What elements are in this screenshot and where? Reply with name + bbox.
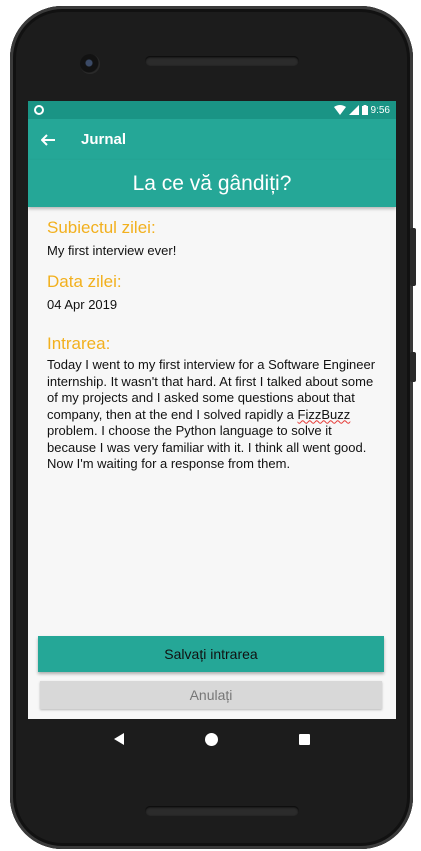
- notification-circle-icon: [34, 105, 44, 115]
- arrow-back-icon[interactable]: [40, 132, 56, 148]
- save-entry-button[interactable]: Salvați intrarea: [38, 636, 384, 672]
- entry-text-part: problem. I choose the Python language to…: [47, 423, 367, 471]
- entry-form: Subiectul zilei: My first interview ever…: [28, 207, 396, 473]
- power-button: [410, 352, 416, 382]
- front-camera: [80, 54, 100, 74]
- date-field[interactable]: 04 Apr 2019: [47, 296, 377, 313]
- navigation-bar: [28, 719, 396, 759]
- entry-text-field[interactable]: Today I went to my first interview for a…: [47, 357, 377, 473]
- date-section: Data zilei: 04 Apr 2019: [47, 271, 377, 313]
- spellcheck-underlined-word: FizzBuzz: [297, 406, 351, 422]
- entry-section: Intrarea: Today I went to my first inter…: [47, 333, 377, 473]
- date-label: Data zilei:: [47, 272, 122, 291]
- app-toolbar: Jurnal: [28, 119, 396, 160]
- bottom-speaker: [145, 806, 299, 816]
- subject-label: Subiectul zilei:: [47, 218, 156, 237]
- status-bar: 9:56: [28, 101, 396, 119]
- wifi-icon: [333, 105, 346, 115]
- toolbar-title: Jurnal: [81, 131, 127, 148]
- status-time: 9:56: [370, 104, 390, 116]
- cancel-button[interactable]: Anulați: [40, 681, 382, 709]
- nav-recents-icon[interactable]: [298, 733, 310, 745]
- top-speaker: [145, 56, 299, 66]
- nav-back-icon[interactable]: [114, 733, 125, 745]
- nav-home-icon[interactable]: [204, 732, 218, 746]
- app-screen: 9:56 Jurnal La ce vă gândiți? Subiectul …: [28, 101, 396, 719]
- entry-label: Intrarea:: [47, 334, 111, 353]
- signal-icon: [348, 105, 359, 115]
- prompt-banner: La ce vă gândiți?: [28, 160, 396, 207]
- subject-field[interactable]: My first interview ever!: [47, 242, 377, 259]
- prompt-heading: La ce vă gândiți?: [132, 171, 292, 195]
- battery-icon: [361, 105, 368, 115]
- subject-section: Subiectul zilei: My first interview ever…: [47, 217, 377, 259]
- volume-button: [410, 228, 416, 286]
